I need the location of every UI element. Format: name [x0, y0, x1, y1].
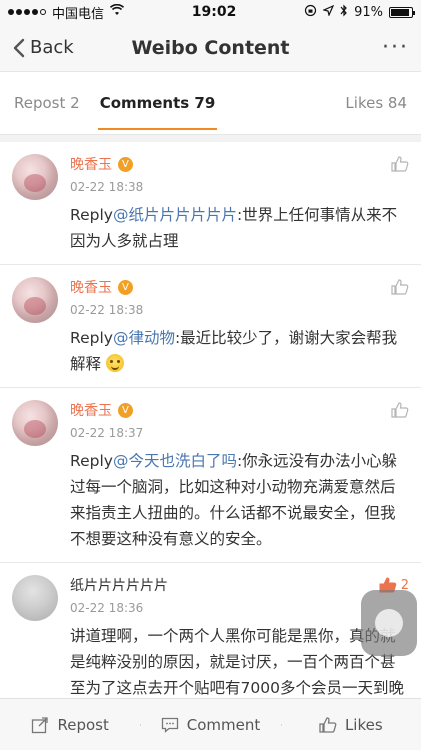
battery-percent: 91%: [354, 4, 383, 20]
comment-text: Reply@今天也洗白了吗:你永远没有办法小心躲过每一个脑洞，比如这种对小动物充…: [70, 448, 409, 552]
repost-button[interactable]: Repost: [0, 716, 140, 734]
bluetooth-icon: [340, 4, 348, 21]
thumbs-up-icon: [391, 156, 409, 172]
comment-item: 晚香玉 V 02-22 18:38 Reply@律动物:最近比较少了，谢谢大家会…: [0, 265, 421, 388]
comment-time: 02-22 18:38: [70, 180, 144, 194]
section-divider: [0, 134, 421, 142]
likes-label: Likes: [344, 715, 383, 734]
comment-text: Reply@律动物:最近比较少了，谢谢大家会帮我解释: [70, 325, 409, 377]
reply-prefix: Reply: [70, 452, 113, 470]
thumbs-up-icon: [391, 402, 409, 418]
comment-text: Reply@纸片片片片片片:世界上任何事情从来不因为人多就占理: [70, 202, 409, 254]
like-button[interactable]: [391, 279, 409, 295]
wifi-icon: [109, 3, 125, 20]
vip-badge-icon: V: [118, 279, 133, 295]
comment-icon: [161, 717, 178, 733]
signal-icon: [8, 9, 46, 15]
vip-badge-icon: V: [118, 156, 133, 172]
nav-bar: Back Weibo Content ···: [0, 24, 421, 72]
location-icon: [322, 4, 335, 20]
back-label: Back: [30, 37, 74, 58]
avatar[interactable]: [12, 277, 58, 323]
commenter-name[interactable]: 晚香玉: [70, 277, 112, 297]
carrier-label: 中国电信: [52, 6, 105, 22]
comment-item: 晚香玉 V 02-22 18:38 Reply@纸片片片片片片:世界上任何事情从…: [0, 142, 421, 265]
mention-link[interactable]: @纸片片片片片片: [113, 206, 237, 224]
mention-link[interactable]: @律动物: [113, 329, 175, 347]
chevron-left-icon: [13, 38, 25, 57]
reply-prefix: Reply: [70, 206, 113, 224]
smile-emoji-icon: [105, 354, 124, 372]
back-button[interactable]: Back: [12, 37, 74, 58]
thumbs-up-icon: [319, 716, 337, 733]
mention-link[interactable]: @今天也洗白了吗: [113, 452, 237, 470]
status-time: 19:02: [191, 4, 237, 20]
tab-likes[interactable]: Likes 84: [345, 72, 407, 134]
bottom-action-bar: Repost Comment Likes: [0, 698, 421, 750]
vip-badge-icon: V: [118, 402, 133, 418]
orientation-lock-icon: [304, 4, 317, 21]
status-right: 91%: [304, 4, 415, 21]
repost-icon: [32, 716, 49, 733]
tab-comments[interactable]: Comments 79: [97, 72, 217, 134]
avatar[interactable]: [12, 575, 58, 621]
more-options-button[interactable]: ···: [382, 35, 409, 60]
commenter-name[interactable]: 晚香玉: [70, 154, 112, 174]
tab-repost[interactable]: Repost 2: [14, 72, 80, 134]
comment-label: Comment: [186, 715, 261, 734]
reply-prefix: Reply: [70, 329, 113, 347]
assistive-touch-button[interactable]: [361, 590, 417, 656]
commenter-name[interactable]: 晚香玉: [70, 400, 112, 420]
comment-time: 02-22 18:36: [70, 601, 144, 615]
like-button[interactable]: [391, 156, 409, 172]
comment-time: 02-22 18:38: [70, 303, 144, 317]
repost-label: Repost: [57, 715, 109, 734]
like-button[interactable]: [391, 402, 409, 418]
avatar[interactable]: [12, 154, 58, 200]
tab-bar: Repost 2 Comments 79 Likes 84: [0, 72, 421, 134]
commenter-name[interactable]: 纸片片片片片片: [70, 575, 168, 595]
comment-item: 晚香玉 V 02-22 18:37 Reply@今天也洗白了吗:你永远没有办法小…: [0, 388, 421, 563]
thumbs-up-icon: [391, 279, 409, 295]
likes-button[interactable]: Likes: [280, 715, 421, 734]
status-left: 中国电信: [8, 3, 125, 22]
status-bar: 中国电信 19:02 91%: [0, 0, 421, 24]
battery-icon: [389, 6, 415, 18]
avatar[interactable]: [12, 400, 58, 446]
comment-button[interactable]: Comment: [140, 716, 280, 734]
comment-time: 02-22 18:37: [70, 426, 144, 440]
